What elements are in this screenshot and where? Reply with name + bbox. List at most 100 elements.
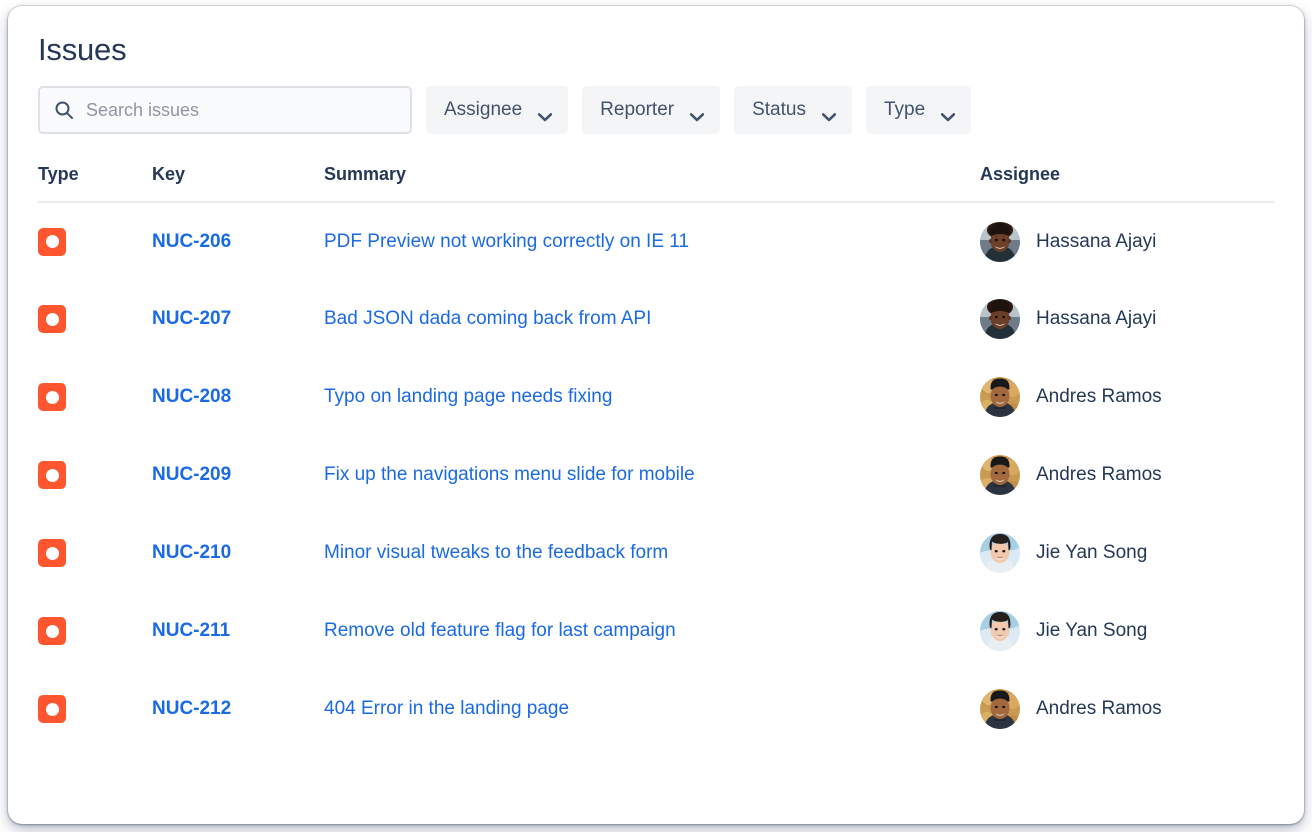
avatar[interactable] <box>980 222 1020 262</box>
issue-summary-link[interactable]: Typo on landing page needs fixing <box>324 386 612 407</box>
cell-type <box>38 358 152 436</box>
cell-key: NUC-212 <box>152 670 324 748</box>
assignee-name: Andres Ramos <box>1036 698 1162 720</box>
cell-key: NUC-207 <box>152 280 324 358</box>
table-row[interactable]: NUC-211 Remove old feature flag for last… <box>38 592 1274 670</box>
cell-key: NUC-208 <box>152 358 324 436</box>
bug-icon-center <box>46 469 59 482</box>
assignee-name: Andres Ramos <box>1036 464 1162 486</box>
chevron-down-icon <box>690 106 704 115</box>
assignee-name: Jie Yan Song <box>1036 542 1147 564</box>
bug-icon[interactable] <box>38 617 66 645</box>
avatar[interactable] <box>980 611 1020 651</box>
cell-key: NUC-211 <box>152 592 324 670</box>
chevron-down-icon <box>822 106 836 115</box>
cell-assignee: Andres Ramos <box>980 436 1274 514</box>
table-row[interactable]: NUC-208 Typo on landing page needs fixin… <box>38 358 1274 436</box>
assignee-name: Andres Ramos <box>1036 386 1162 408</box>
cell-type <box>38 514 152 592</box>
issue-summary-link[interactable]: Minor visual tweaks to the feedback form <box>324 542 668 563</box>
bug-icon-center <box>46 547 59 560</box>
table-row[interactable]: NUC-206 PDF Preview not working correctl… <box>38 202 1274 280</box>
avatar[interactable] <box>980 299 1020 339</box>
filter-assignee-button[interactable]: Assignee <box>426 86 568 134</box>
issue-summary-link[interactable]: Bad JSON dada coming back from API <box>324 308 651 329</box>
assignee: Andres Ramos <box>980 689 1274 729</box>
assignee: Hassana Ajayi <box>980 222 1274 262</box>
cell-type <box>38 436 152 514</box>
cell-type <box>38 202 152 280</box>
search-field-wrapper <box>38 86 412 134</box>
filter-reporter-label: Reporter <box>600 99 674 121</box>
filter-reporter-button[interactable]: Reporter <box>582 86 720 134</box>
issue-key-link[interactable]: NUC-209 <box>152 464 231 485</box>
cell-type <box>38 280 152 358</box>
bug-icon[interactable] <box>38 228 66 256</box>
table-body: NUC-206 PDF Preview not working correctl… <box>38 202 1274 748</box>
issue-summary-link[interactable]: Fix up the navigations menu slide for mo… <box>324 464 695 485</box>
avatar[interactable] <box>980 689 1020 729</box>
cell-type <box>38 592 152 670</box>
cell-summary: Remove old feature flag for last campaig… <box>324 592 980 670</box>
bug-icon[interactable] <box>38 383 66 411</box>
table-row[interactable]: NUC-212 404 Error in the landing page An… <box>38 670 1274 748</box>
bug-icon-center <box>46 703 59 716</box>
issue-key-link[interactable]: NUC-211 <box>152 620 230 641</box>
table-row[interactable]: NUC-209 Fix up the navigations menu slid… <box>38 436 1274 514</box>
issues-card: Issues Assignee Reporter <box>8 6 1304 824</box>
bug-icon-center <box>46 391 59 404</box>
avatar[interactable] <box>980 377 1020 417</box>
table-header: Type Key Summary Assignee <box>38 164 1274 202</box>
cell-assignee: Jie Yan Song <box>980 592 1274 670</box>
table-row[interactable]: NUC-207 Bad JSON dada coming back from A… <box>38 280 1274 358</box>
bug-icon[interactable] <box>38 461 66 489</box>
assignee: Andres Ramos <box>980 377 1274 417</box>
issue-key-link[interactable]: NUC-210 <box>152 542 231 563</box>
bug-icon[interactable] <box>38 539 66 567</box>
assignee-name: Hassana Ajayi <box>1036 231 1156 253</box>
assignee: Jie Yan Song <box>980 533 1274 573</box>
column-header-key[interactable]: Key <box>152 164 324 202</box>
assignee-name: Hassana Ajayi <box>1036 308 1156 330</box>
assignee-name: Jie Yan Song <box>1036 620 1147 642</box>
filter-assignee-label: Assignee <box>444 99 522 121</box>
cell-key: NUC-206 <box>152 202 324 280</box>
bug-icon[interactable] <box>38 695 66 723</box>
chevron-down-icon <box>538 106 552 115</box>
avatar[interactable] <box>980 533 1020 573</box>
cell-assignee: Hassana Ajayi <box>980 202 1274 280</box>
issue-key-link[interactable]: NUC-207 <box>152 308 231 329</box>
table-row[interactable]: NUC-210 Minor visual tweaks to the feedb… <box>38 514 1274 592</box>
cell-assignee: Hassana Ajayi <box>980 280 1274 358</box>
issues-panel: Issues Assignee Reporter <box>38 30 1274 824</box>
filter-type-button[interactable]: Type <box>866 86 971 134</box>
bug-icon-center <box>46 313 59 326</box>
cell-summary: Bad JSON dada coming back from API <box>324 280 980 358</box>
column-header-assignee[interactable]: Assignee <box>980 164 1274 202</box>
table-header-row: Type Key Summary Assignee <box>38 164 1274 202</box>
cell-assignee: Andres Ramos <box>980 670 1274 748</box>
column-header-type[interactable]: Type <box>38 164 152 202</box>
issue-summary-link[interactable]: PDF Preview not working correctly on IE … <box>324 231 689 252</box>
cell-summary: Typo on landing page needs fixing <box>324 358 980 436</box>
filter-bar: Assignee Reporter Status Type <box>38 86 1274 134</box>
cell-key: NUC-209 <box>152 436 324 514</box>
avatar[interactable] <box>980 455 1020 495</box>
issue-key-link[interactable]: NUC-212 <box>152 698 231 719</box>
bug-icon[interactable] <box>38 305 66 333</box>
column-header-summary[interactable]: Summary <box>324 164 980 202</box>
filter-type-label: Type <box>884 99 925 121</box>
issue-summary-link[interactable]: Remove old feature flag for last campaig… <box>324 620 676 641</box>
filter-status-button[interactable]: Status <box>734 86 852 134</box>
search-input[interactable] <box>38 86 412 134</box>
cell-type <box>38 670 152 748</box>
issue-key-link[interactable]: NUC-208 <box>152 386 231 407</box>
cell-summary: PDF Preview not working correctly on IE … <box>324 202 980 280</box>
issues-table: Type Key Summary Assignee NUC-206 PDF Pr… <box>38 164 1274 748</box>
assignee: Andres Ramos <box>980 455 1274 495</box>
assignee: Jie Yan Song <box>980 611 1274 651</box>
cell-summary: 404 Error in the landing page <box>324 670 980 748</box>
page-title: Issues <box>38 30 1274 70</box>
issue-summary-link[interactable]: 404 Error in the landing page <box>324 698 569 719</box>
issue-key-link[interactable]: NUC-206 <box>152 231 231 252</box>
